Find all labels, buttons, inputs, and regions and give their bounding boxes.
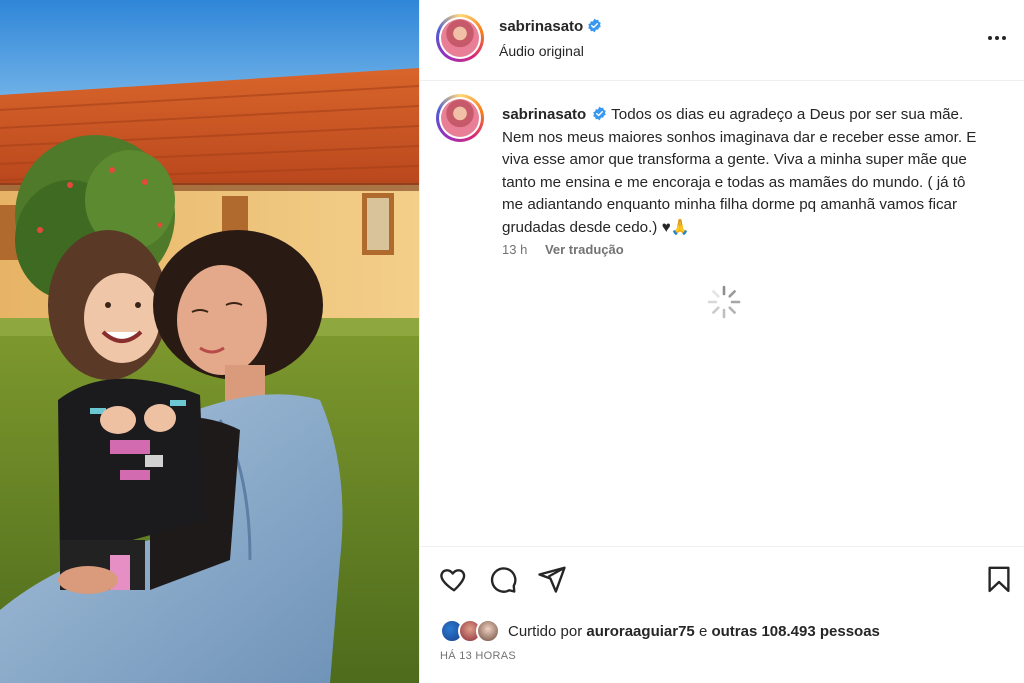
liker-avatars[interactable] [440,619,504,643]
see-translation-link[interactable]: Ver tradução [545,242,624,257]
caption-time: 13 h [502,242,528,257]
share-icon[interactable] [537,564,567,594]
comment-icon[interactable] [488,564,518,594]
bookmark-icon[interactable] [984,564,1014,594]
loading-spinner-icon [707,285,741,319]
likes-text: Curtido por auroraaguiar75 e outras 108.… [508,623,880,640]
post-actions: Curtido por auroraaguiar75 e outras 108.… [420,546,1024,683]
likes-summary: Curtido por auroraaguiar75 e outras 108.… [440,619,880,643]
author-avatar[interactable] [436,14,484,62]
caption-username[interactable]: sabrinasato [502,106,586,123]
liked-by-middle: e [698,622,708,640]
post-detail-panel: sabrinasato Áudio original sabrinasato T… [419,0,1024,683]
author-username[interactable]: sabrinasato [499,18,583,35]
post-header: sabrinasato Áudio original [420,0,1024,81]
heart-icon[interactable] [439,564,469,594]
audio-label[interactable]: Áudio original [499,43,584,59]
caption-body: Todos os dias eu agradeço a Deus por ser… [502,106,977,236]
verified-icon [588,18,601,33]
author-name-row: sabrinasato [499,18,602,36]
post-photo[interactable] [0,0,419,683]
post-timestamp[interactable]: HÁ 13 HORAS [440,650,516,662]
liked-by-others[interactable]: outras 108.493 pessoas [711,623,879,640]
post-photo-image [0,0,419,683]
caption-text-block: sabrinasato Todos os dias eu agradeço a … [502,104,982,239]
more-icon[interactable] [985,26,1009,50]
caption-meta: 13 h Ver tradução [502,242,638,257]
liker-avatar [476,619,500,643]
liked-by-user[interactable]: auroraaguiar75 [586,623,694,640]
verified-icon [593,106,606,121]
liked-by-prefix: Curtido por [508,622,583,640]
caption-author-avatar[interactable] [436,94,484,142]
